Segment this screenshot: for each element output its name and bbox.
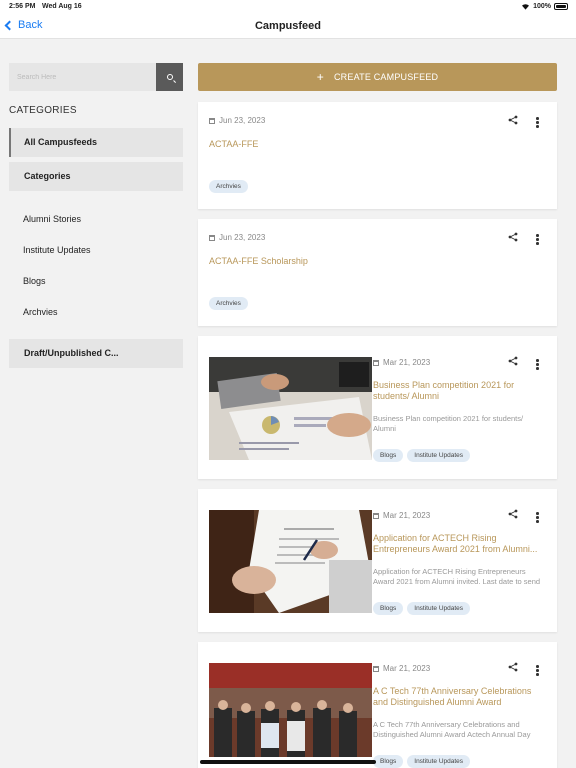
feed-card[interactable]: Mar 21, 2023 A C Tech 77th Anniversary C… [198, 642, 557, 768]
wifi-icon [522, 4, 530, 10]
feed-card[interactable]: Mar 21, 2023 Application for ACTECH Risi… [198, 489, 557, 632]
feed-card[interactable]: Jun 23, 2023 ACTAA-FFE Scholarship Archv… [198, 219, 557, 326]
feed-tags: Blogs Institute Updates [373, 755, 471, 768]
home-indicator[interactable] [200, 760, 376, 764]
feed-date: Mar 21, 2023 [373, 358, 430, 367]
share-icon[interactable] [508, 356, 518, 366]
feed-thumbnail[interactable] [209, 663, 372, 757]
feed-description: Application for ACTECH Rising Entreprene… [373, 567, 541, 586]
plus-icon: + [316, 70, 324, 84]
feed-date: Mar 21, 2023 [373, 511, 430, 520]
tag-chip[interactable]: Institute Updates [407, 602, 471, 615]
more-vertical-icon[interactable] [536, 234, 539, 245]
feed-date-text: Jun 23, 2023 [219, 116, 266, 125]
search-icon [166, 74, 173, 80]
calendar-icon [373, 359, 379, 366]
categories-heading: CATEGORIES [9, 105, 77, 116]
tag-chip[interactable]: Blogs [373, 755, 404, 768]
more-vertical-icon[interactable] [536, 359, 539, 370]
page-title: Campusfeed [254, 20, 322, 32]
feed-title[interactable]: A C Tech 77th Anniversary Celebrations a… [373, 686, 548, 708]
feed-description: A C Tech 77th Anniversary Celebrations a… [373, 720, 531, 739]
feed-date-text: Mar 21, 2023 [383, 664, 431, 673]
calendar-icon [209, 117, 215, 124]
calendar-icon [209, 234, 215, 241]
create-campusfeed-label: CREATE CAMPUSFEED [333, 72, 439, 82]
feed-date-text: Jun 23, 2023 [219, 233, 266, 242]
sidebar-item-all-campusfeeds[interactable]: All Campusfeeds [9, 128, 183, 157]
feed-thumbnail[interactable] [209, 357, 372, 460]
feed-title[interactable]: Business Plan competition 2021 for stude… [373, 380, 548, 402]
business-documents-image [209, 357, 372, 460]
tag-chip[interactable]: Institute Updates [407, 755, 471, 768]
nav-bar: Back Campusfeed [0, 14, 576, 39]
application-form-image [209, 510, 372, 613]
sidebar-item-categories[interactable]: Categories [9, 162, 183, 191]
create-campusfeed-button[interactable]: + CREATE CAMPUSFEED [198, 63, 557, 91]
feed-title[interactable]: ACTAA-FFE [209, 139, 539, 150]
anniversary-event-image [209, 663, 372, 757]
battery-icon [554, 3, 568, 10]
feed-card[interactable]: Mar 21, 2023 Business Plan competition 2… [198, 336, 557, 479]
feed-date: Jun 23, 2023 [209, 233, 265, 242]
share-icon[interactable] [508, 232, 518, 242]
tag-chip[interactable]: Institute Updates [407, 449, 471, 462]
feed-date: Jun 23, 2023 [209, 116, 265, 125]
share-icon[interactable] [508, 509, 518, 519]
status-time: 2:56 PM [9, 3, 36, 10]
share-icon[interactable] [508, 662, 518, 672]
tag-chip[interactable]: Blogs [373, 449, 404, 462]
feed-tags: Blogs Institute Updates [373, 602, 471, 615]
calendar-icon [373, 665, 379, 672]
tag-chip[interactable]: Archvies [209, 297, 248, 310]
feed-description: Business Plan competition 2021 for stude… [373, 414, 524, 433]
sidebar-item-archvies[interactable]: Archvies [23, 307, 58, 317]
feed-title[interactable]: ACTAA-FFE Scholarship [209, 256, 539, 267]
feed-card[interactable]: Jun 23, 2023 ACTAA-FFE Archvies [198, 102, 557, 209]
more-vertical-icon[interactable] [536, 117, 539, 128]
feed-title[interactable]: Application for ACTECH Rising Entreprene… [373, 533, 548, 555]
sidebar-item-alumni-stories[interactable]: Alumni Stories [23, 214, 81, 224]
feed-tags: Archvies [209, 297, 248, 310]
feed-thumbnail[interactable] [209, 510, 372, 613]
search-input[interactable] [9, 63, 157, 91]
tag-chip[interactable]: Blogs [373, 602, 404, 615]
sidebar-item-blogs[interactable]: Blogs [23, 276, 46, 286]
more-vertical-icon[interactable] [536, 665, 539, 676]
feed-tags: Blogs Institute Updates [373, 449, 471, 462]
status-date: Wed Aug 16 [42, 3, 82, 10]
calendar-icon [373, 512, 379, 519]
more-vertical-icon[interactable] [536, 512, 539, 523]
share-icon[interactable] [508, 115, 518, 125]
feed-tags: Archvies [209, 180, 248, 193]
status-right: 100% [521, 3, 568, 10]
tag-chip[interactable]: Archvies [209, 180, 248, 193]
search-button[interactable] [156, 63, 183, 91]
sidebar-item-draft-unpublished[interactable]: Draft/Unpublished C... [9, 339, 183, 368]
feed-date-text: Mar 21, 2023 [383, 511, 431, 520]
battery-percent: 100% [533, 3, 551, 10]
sidebar-item-institute-updates[interactable]: Institute Updates [23, 245, 91, 255]
feed-date: Mar 21, 2023 [373, 664, 430, 673]
feed-date-text: Mar 21, 2023 [383, 358, 431, 367]
status-bar: 2:56 PM Wed Aug 16 100% [0, 0, 576, 14]
